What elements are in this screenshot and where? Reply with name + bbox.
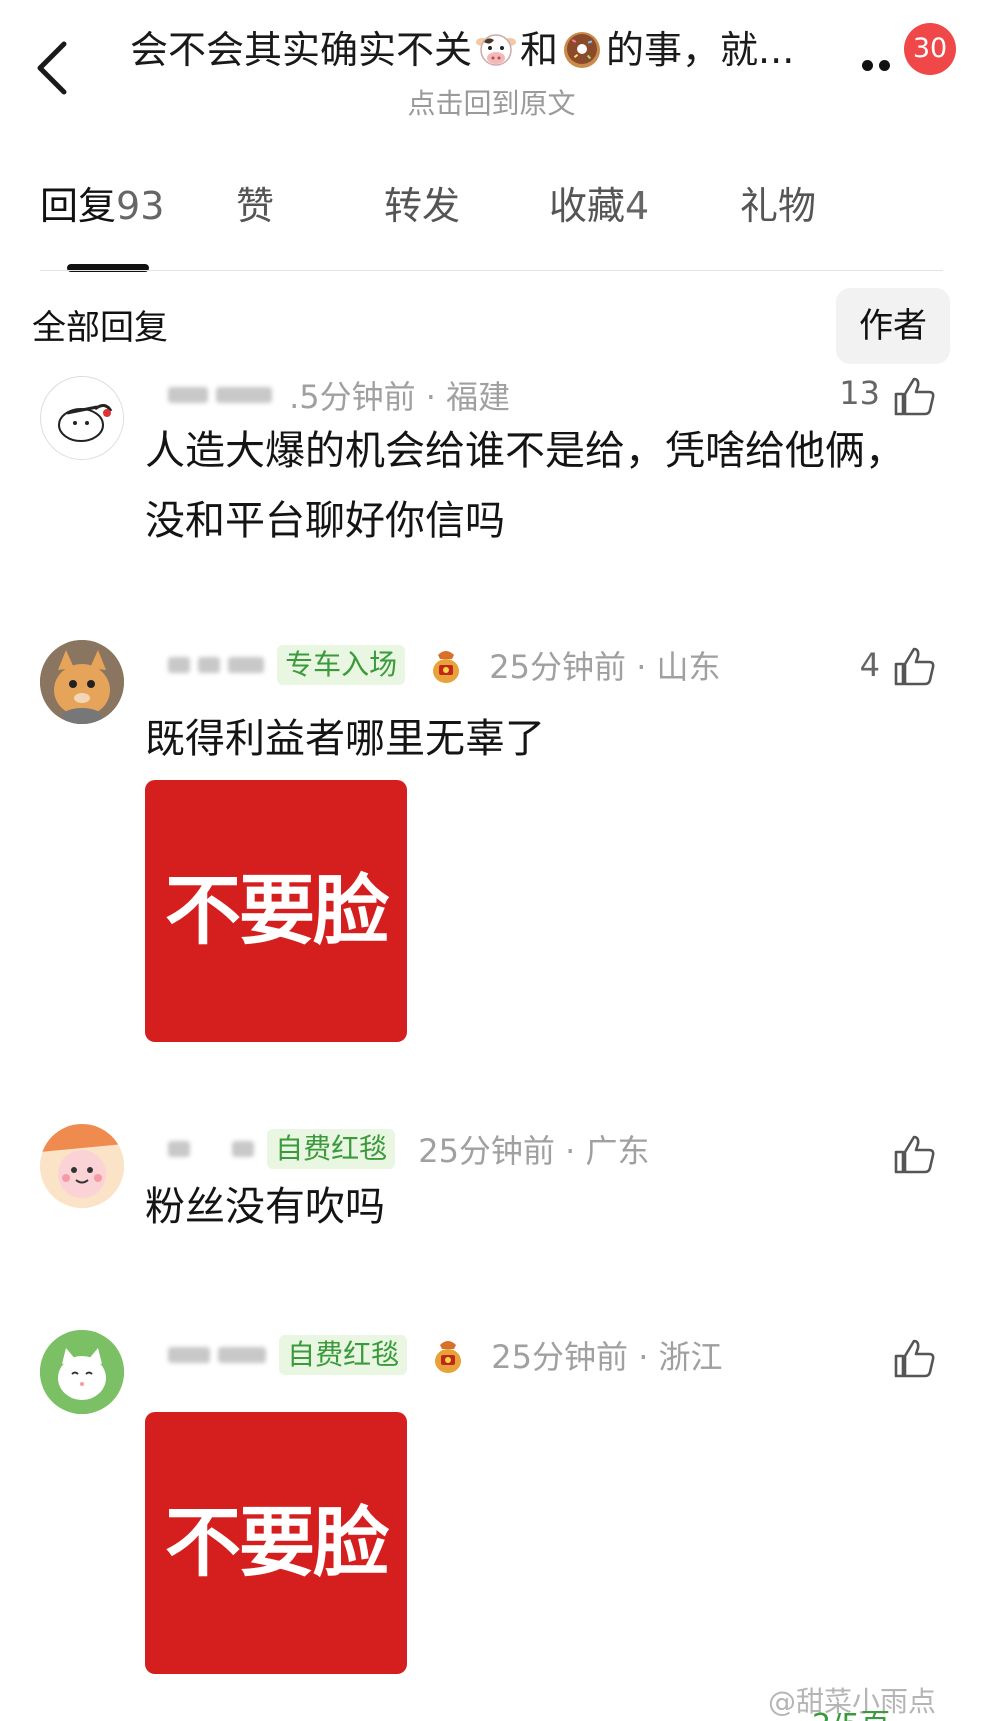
tab-bar: 回复93 赞 转发 收藏4 礼物 <box>40 176 940 236</box>
tab-label: 礼物 <box>740 184 817 228</box>
cow-face-icon <box>474 28 518 72</box>
redacted-username <box>168 1347 210 1363</box>
redacted-username <box>168 1141 190 1157</box>
comment-time-location: 25分钟前 · 广东 <box>418 1132 650 1170</box>
tab-label: 转发 <box>384 184 461 228</box>
page-indicator: 2/5页 <box>812 1700 890 1721</box>
tab-count: 4 <box>625 184 650 228</box>
avatar[interactable] <box>40 1330 124 1414</box>
user-tag: 专车入场 <box>277 645 406 685</box>
notification-badge[interactable]: 30 <box>904 23 956 75</box>
tab-replies[interactable]: 回复93 <box>40 176 164 236</box>
tab-reposts[interactable]: 转发 <box>384 176 460 236</box>
user-tag: 自费红毯 <box>267 1129 396 1169</box>
donut-icon <box>560 28 604 72</box>
comment-item: 自费红毯 25分钟前 · 浙江 不要脸 <box>0 1326 983 1686</box>
like-count: 4 <box>859 646 880 684</box>
tab-label: 赞 <box>236 184 275 228</box>
comment-meta: .5分钟前 · 福建 <box>168 372 510 420</box>
dot-icon <box>879 60 890 71</box>
comment-time-location: 25分钟前 · 山东 <box>489 648 721 686</box>
redacted-username <box>216 387 272 403</box>
top-bar: 会不会其实确实不关 和 的事，就... 点击回到原文 30 <box>0 0 983 130</box>
redacted-username <box>232 1141 254 1157</box>
avatar[interactable] <box>40 640 124 724</box>
tab-label: 回复 <box>40 184 117 228</box>
comment-item: .5分钟前 · 福建 13 人造大爆的机会给谁不是给，凭啥给他俩，没和平台聊好你… <box>0 360 983 560</box>
like-count: 13 <box>839 374 880 412</box>
redacted-username <box>228 657 264 673</box>
redacted-username <box>198 657 220 673</box>
lucky-bag-icon <box>426 645 466 685</box>
avatar[interactable] <box>40 376 124 460</box>
author-filter-button[interactable]: 作者 <box>836 288 950 364</box>
comment-item: 自费红毯 25分钟前 · 广东 粉丝没有吹吗 <box>0 1122 983 1252</box>
user-tag: 自费红毯 <box>279 1335 408 1375</box>
redacted-username <box>218 1347 266 1363</box>
sticker-image[interactable]: 不要脸 <box>145 1412 407 1674</box>
thumbs-up-icon[interactable] <box>892 374 936 418</box>
comment-time-location: 25分钟前 · 浙江 <box>491 1338 723 1376</box>
post-title[interactable]: 会不会其实确实不关 和 的事，就... <box>130 24 850 76</box>
tab-likes[interactable]: 赞 <box>236 176 274 236</box>
comment-text: 人造大爆的机会给谁不是给，凭啥给他俩，没和平台聊好你信吗 <box>145 428 905 544</box>
tab-favorites[interactable]: 收藏4 <box>549 176 649 236</box>
redacted-username <box>168 387 208 403</box>
redacted-username <box>168 657 190 673</box>
thumbs-up-icon[interactable] <box>892 644 936 688</box>
comment-meta: 自费红毯 25分钟前 · 浙江 <box>168 1332 723 1380</box>
tab-gifts[interactable]: 礼物 <box>740 176 816 236</box>
comment-meta: 专车入场 25分钟前 · 山东 <box>168 642 721 690</box>
post-title-part2: 和 <box>520 28 559 72</box>
tab-label: 收藏 <box>549 184 626 228</box>
thumbs-up-icon[interactable] <box>892 1336 936 1380</box>
dot-icon <box>862 60 873 71</box>
comment-meta: 自费红毯 25分钟前 · 广东 <box>168 1126 649 1174</box>
avatar[interactable] <box>40 1124 124 1208</box>
post-title-part1: 会不会其实确实不关 <box>130 28 473 72</box>
more-options-button[interactable] <box>862 56 908 80</box>
comment-text: 既得利益者哪里无辜了 <box>145 716 545 762</box>
comment-item: 专车入场 25分钟前 · 山东 4 既得利益者哪里无辜了 不要脸 <box>0 638 983 1058</box>
tab-count: 93 <box>116 184 165 228</box>
sticker-image[interactable]: 不要脸 <box>145 780 407 1042</box>
post-title-part3: 的事，就... <box>606 28 795 72</box>
divider <box>40 270 943 271</box>
lucky-bag-icon <box>428 1335 468 1375</box>
back-to-post-link[interactable]: 点击回到原文 <box>0 82 983 122</box>
comment-time-location: .5分钟前 · 福建 <box>289 378 511 416</box>
all-replies-filter[interactable]: 全部回复 <box>32 306 168 350</box>
comment-text: 粉丝没有吹吗 <box>145 1184 385 1230</box>
thumbs-up-icon[interactable] <box>892 1132 936 1176</box>
